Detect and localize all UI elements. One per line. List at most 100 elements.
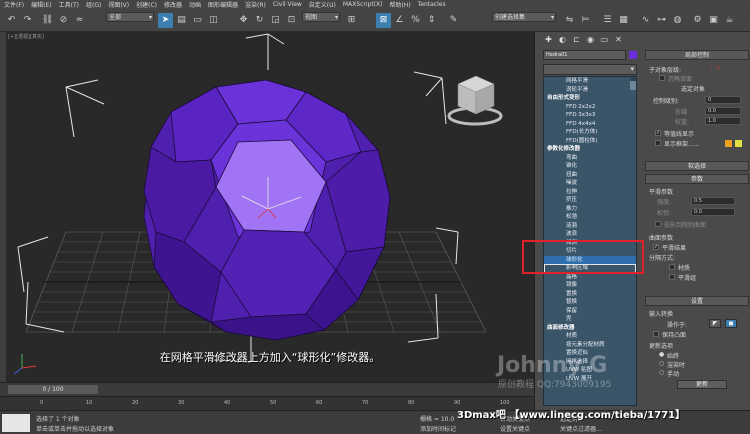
modifier-item[interactable]: 波浪 <box>544 230 636 239</box>
hierarchy-tab-icon[interactable]: ⊏ <box>571 34 582 45</box>
menu-item[interactable]: 动画 <box>189 0 201 9</box>
modifier-item[interactable]: 弯曲 <box>544 154 636 163</box>
cage-color-swatch[interactable] <box>725 140 732 147</box>
menu-item[interactable]: Civil View <box>273 1 302 8</box>
rollout-parameters[interactable]: 参数 <box>645 174 749 184</box>
menu-item[interactable]: 视图(V) <box>108 0 129 9</box>
modifier-item[interactable]: 置换 <box>544 290 636 299</box>
ignore-backfacing-checkbox[interactable] <box>659 75 665 81</box>
separate-smoothing-checkbox[interactable] <box>669 274 675 280</box>
menu-item[interactable]: 修改器 <box>164 0 182 9</box>
modifier-list-scrollbar[interactable] <box>630 77 636 90</box>
update-button[interactable]: 更新 <box>677 380 727 389</box>
named-selection-set-select[interactable]: 创建选择集 <box>492 12 556 22</box>
menu-item[interactable]: MAXScript(X) <box>343 1 383 8</box>
time-slider[interactable]: 0 / 100 <box>8 385 98 394</box>
operate-on-polygon-button[interactable]: ◼ <box>725 319 737 328</box>
modifier-item[interactable]: 涟漪 <box>544 222 636 231</box>
modifier-item[interactable]: 按元素分配材质 <box>544 341 636 350</box>
utilities-tab-icon[interactable]: ✕ <box>613 34 624 45</box>
modifier-item[interactable]: 替换 <box>544 298 636 307</box>
keep-convex-checkbox[interactable] <box>653 331 659 337</box>
modifier-item[interactable]: 保留 <box>544 307 636 316</box>
operate-on-triangle-button[interactable]: ◤ <box>709 319 721 328</box>
rollout-settings[interactable]: 设置 <box>645 296 749 306</box>
modifier-item[interactable]: FFD 3x3x3 <box>544 111 636 120</box>
add-time-tag[interactable]: 添加时间标记 <box>420 424 456 433</box>
menu-item[interactable]: Tentacles <box>418 1 446 8</box>
modifier-item[interactable]: 松弛 <box>544 213 636 222</box>
rectangular-selection-icon[interactable]: ▭ <box>190 13 205 28</box>
menu-item[interactable]: 创建(C) <box>136 0 157 9</box>
crease-spinner[interactable]: 0.0 <box>705 107 741 115</box>
menu-item[interactable]: 帮助(H) <box>389 0 410 9</box>
unlink-icon[interactable]: ⊘ <box>56 13 71 28</box>
display-tab-icon[interactable]: ▭ <box>599 34 610 45</box>
object-name-field[interactable]: Hedra01 <box>543 50 626 60</box>
edit-named-sets-icon[interactable]: ✎ <box>446 13 461 28</box>
modifier-item[interactable]: 壳 <box>544 315 636 324</box>
menu-item[interactable]: 工具(T) <box>59 0 79 9</box>
rollout-soft-selection[interactable]: 软选择 <box>645 161 749 171</box>
select-by-name-icon[interactable]: ▤ <box>174 13 189 28</box>
undo-icon[interactable]: ↶ <box>4 13 19 28</box>
rollout-local-control[interactable]: 局部控制 <box>645 50 749 60</box>
modifier-item[interactable]: 拉伸 <box>544 188 636 197</box>
object-color-swatch[interactable] <box>629 51 637 59</box>
scale-icon[interactable]: ◲ <box>268 13 283 28</box>
weight-spinner[interactable]: 1.0 <box>705 117 741 125</box>
percent-snap-icon[interactable]: % <box>408 13 423 28</box>
cage-selection-color-swatch[interactable] <box>735 140 742 147</box>
set-key-button[interactable]: 设置关键点 <box>500 424 530 433</box>
modifier-item[interactable]: 扭曲 <box>544 171 636 180</box>
smooth-result-checkbox[interactable]: ✓ <box>653 244 659 250</box>
modifier-item[interactable]: FFD(圆柱体) <box>544 137 636 146</box>
modifier-item[interactable]: 推力 <box>544 205 636 214</box>
rotate-icon[interactable]: ↻ <box>252 13 267 28</box>
menu-item[interactable]: 渲染(R) <box>245 0 266 9</box>
link-icon[interactable]: ⛓ <box>40 13 55 28</box>
schematic-view-icon[interactable]: ⊶ <box>654 13 669 28</box>
curve-editor-icon[interactable]: ∿ <box>638 13 653 28</box>
vertex-subobject-icon[interactable]: ⁘ ◇ <box>709 64 721 71</box>
move-icon[interactable]: ✥ <box>236 13 251 28</box>
menu-item[interactable]: 文件(F) <box>4 0 24 9</box>
modify-tab-icon[interactable]: ◐ <box>557 34 568 45</box>
spinner-snap-icon[interactable]: ⇕ <box>424 13 439 28</box>
isoline-display-checkbox[interactable]: ✓ <box>655 130 661 136</box>
update-always-radio[interactable]: ● <box>659 351 664 358</box>
create-tab-icon[interactable]: ✚ <box>543 34 554 45</box>
modifier-item[interactable]: 噪波 <box>544 179 636 188</box>
window-crossing-icon[interactable]: ◫ <box>206 13 221 28</box>
menu-item[interactable]: 组(G) <box>86 0 101 9</box>
render-setup-icon[interactable]: ⚙ <box>690 13 705 28</box>
maxscript-listener[interactable] <box>2 414 30 432</box>
key-filters-button[interactable]: 关键点过滤器... <box>560 424 602 433</box>
mirror-icon[interactable]: ⇋ <box>562 13 577 28</box>
show-cage-checkbox[interactable] <box>655 140 661 146</box>
control-level-spinner[interactable]: 0 <box>705 96 741 104</box>
modifier-item[interactable]: 挤压 <box>544 196 636 205</box>
modifier-item[interactable]: FFD 2x2x2 <box>544 103 636 112</box>
align-icon[interactable]: ⊨ <box>578 13 593 28</box>
menu-item[interactable]: 自定义(U) <box>309 0 336 9</box>
menu-item[interactable]: 编辑(E) <box>31 0 51 9</box>
update-render-radio[interactable]: ○ <box>659 360 664 367</box>
ribbon-icon[interactable]: ▦ <box>616 13 631 28</box>
select-object-icon[interactable]: ➤ <box>158 13 173 28</box>
angle-snap-icon[interactable]: ∠ <box>392 13 407 28</box>
project-limit-checkbox[interactable] <box>655 221 661 227</box>
pivot-center-icon[interactable]: ⊞ <box>344 13 359 28</box>
snaps-toggle-icon[interactable]: ⊠ <box>376 13 391 28</box>
relax-spinner[interactable]: 0.0 <box>691 208 735 216</box>
bind-space-warp-icon[interactable]: ≈ <box>72 13 87 28</box>
layer-manager-icon[interactable]: ☰ <box>600 13 615 28</box>
viewcube[interactable] <box>447 75 503 126</box>
modifier-item[interactable]: 涡轮平滑 <box>544 86 636 95</box>
rendered-frame-icon[interactable]: ▣ <box>706 13 721 28</box>
perspective-viewport[interactable]: [+][透视][真实] 在网格平滑修改器上方加入“球形化”修改器。 <box>6 32 534 382</box>
update-manual-radio[interactable]: ○ <box>659 369 664 376</box>
modifier-item[interactable]: 材质 <box>544 332 636 341</box>
motion-tab-icon[interactable]: ◉ <box>585 34 596 45</box>
redo-icon[interactable]: ↷ <box>20 13 35 28</box>
